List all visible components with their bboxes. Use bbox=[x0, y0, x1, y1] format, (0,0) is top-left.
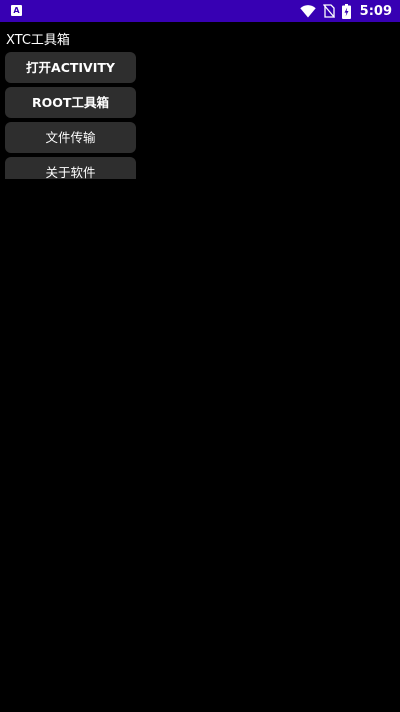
status-bar: A 5:09 bbox=[0, 0, 400, 22]
battery-icon bbox=[341, 3, 351, 19]
status-icons: 5:09 bbox=[299, 0, 392, 22]
status-time: 5:09 bbox=[359, 3, 392, 19]
screen: A 5:09 XTC工具箱 打开ACTIVITY ROOT工具箱 文件传输 关于… bbox=[0, 0, 400, 712]
open-activity-button[interactable]: 打开ACTIVITY bbox=[5, 52, 136, 83]
root-toolbox-button[interactable]: ROOT工具箱 bbox=[5, 87, 136, 118]
button-list: 打开ACTIVITY ROOT工具箱 文件传输 关于软件 bbox=[5, 52, 136, 179]
app-title: XTC工具箱 bbox=[6, 33, 70, 48]
file-transfer-button[interactable]: 文件传输 bbox=[5, 122, 136, 153]
notification-app-icon: A bbox=[11, 5, 22, 16]
about-software-button[interactable]: 关于软件 bbox=[5, 157, 136, 179]
no-sim-icon bbox=[322, 4, 335, 18]
wifi-icon bbox=[299, 4, 316, 18]
